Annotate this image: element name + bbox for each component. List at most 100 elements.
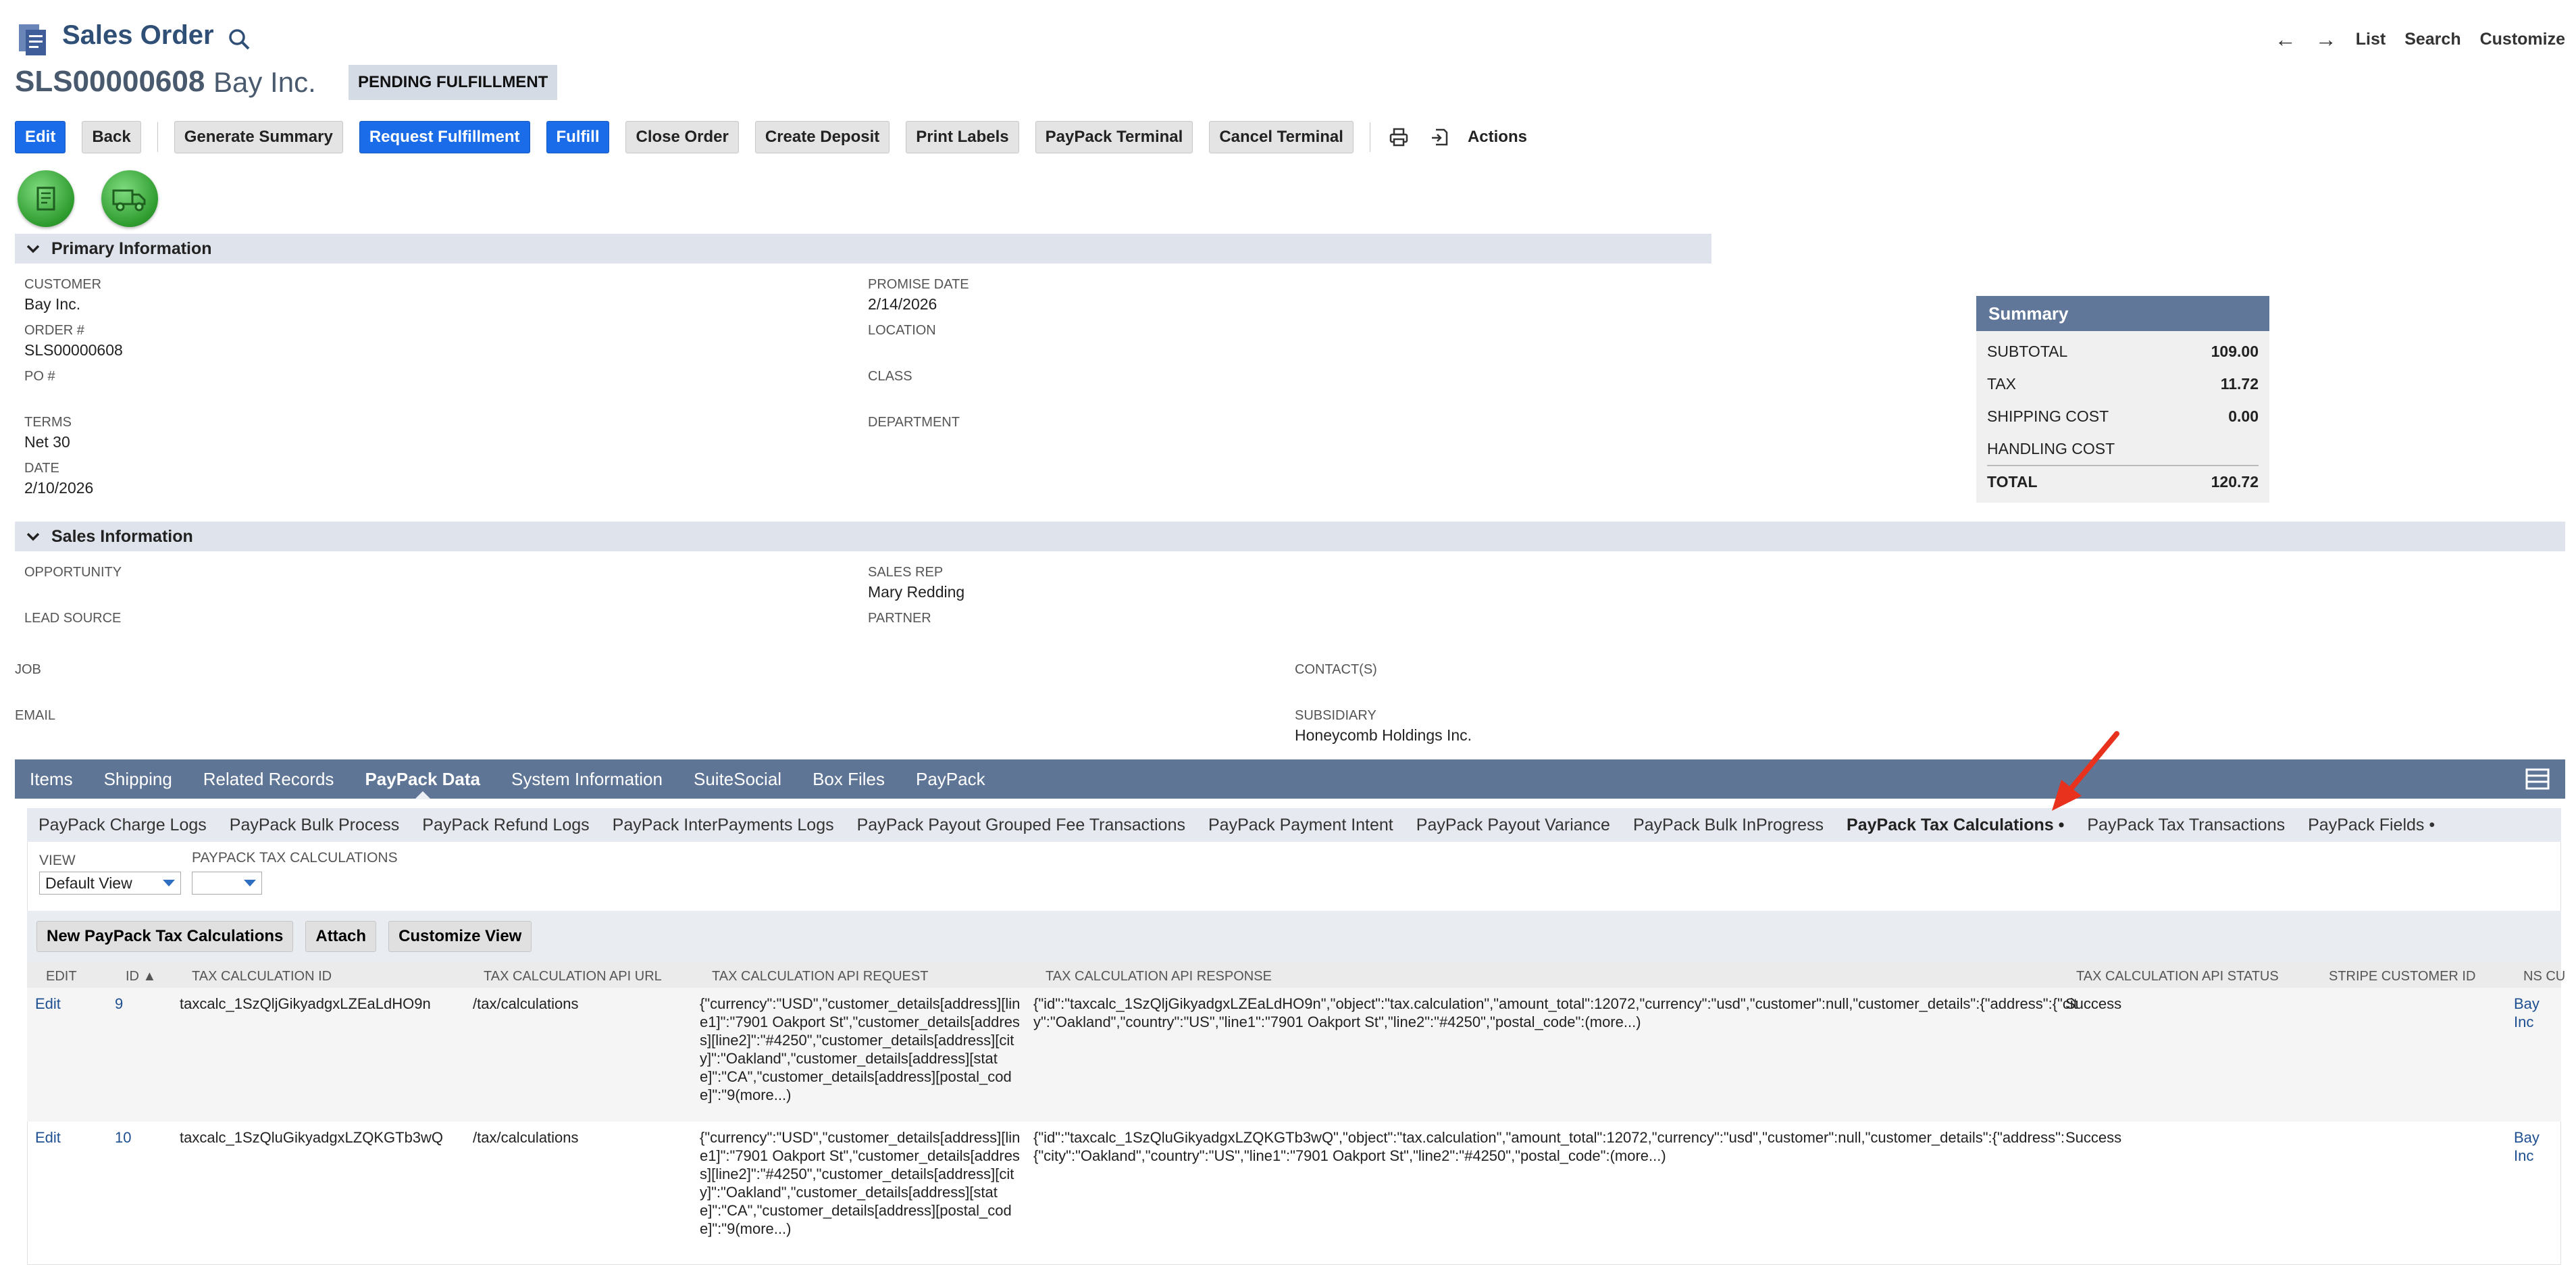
request-fulfillment-button[interactable]: Request Fulfillment [359, 121, 530, 153]
location-field: LOCATION [868, 323, 936, 339]
search-icon[interactable] [227, 27, 251, 51]
close-order-button[interactable]: Close Order [625, 121, 739, 153]
column-header-id[interactable]: ID ▲ [126, 969, 156, 984]
column-header-api-url[interactable]: TAX CALCULATION API URL [484, 969, 662, 984]
department-field: DEPARTMENT [868, 415, 960, 430]
edit-button[interactable]: Edit [15, 121, 66, 153]
row-api-status: Success [2065, 995, 2122, 1012]
row-calc-id: taxcalc_1SzQluGikyadgxLZQKGTb3wQ [180, 1129, 444, 1146]
previous-record-arrow[interactable]: ← [2275, 27, 2296, 52]
field-value: SLS00000608 [24, 341, 123, 359]
subtab-payment-intent[interactable]: PayPack Payment Intent [1197, 808, 1405, 842]
field-label: DATE [24, 461, 59, 476]
row-id-link[interactable]: 9 [115, 995, 123, 1013]
subtab-refund-logs[interactable]: PayPack Refund Logs [411, 808, 600, 842]
tab-paypack[interactable]: PayPack [916, 759, 985, 799]
sales-information-header[interactable]: Sales Information [15, 522, 2565, 551]
column-header-api-response[interactable]: TAX CALCULATION API RESPONSE [1046, 969, 1272, 984]
field-value: Honeycomb Holdings Inc. [1295, 726, 1472, 744]
column-header-ns-customer[interactable]: NS CU [2523, 969, 2565, 984]
tab-items[interactable]: Items [30, 759, 73, 799]
view-filter: VIEW Default View [39, 853, 181, 895]
customer-link[interactable]: Bay Inc. [24, 295, 101, 314]
field-label: JOB [15, 662, 41, 677]
tab-suitesocial[interactable]: SuiteSocial [694, 759, 781, 799]
fulfill-button[interactable]: Fulfill [546, 121, 610, 153]
column-header-edit[interactable]: EDIT [46, 969, 77, 984]
subtab-paypack-fields[interactable]: PayPack Fields • [2296, 808, 2446, 842]
invoice-icon[interactable] [18, 170, 74, 227]
row-api-url: /tax/calculations [473, 995, 579, 1012]
subtab-payout-variance[interactable]: PayPack Payout Variance [1405, 808, 1622, 842]
partner-field: PARTNER [868, 611, 931, 626]
column-header-stripe-customer[interactable]: STRIPE CUSTOMER ID [2329, 969, 2475, 984]
next-record-arrow[interactable]: → [2315, 27, 2337, 52]
paypack-terminal-button[interactable]: PayPack Terminal [1035, 121, 1193, 153]
button-bar: Edit Back Generate Summary Request Fulfi… [15, 120, 1527, 154]
primary-information-header[interactable]: Primary Information [15, 234, 1711, 264]
red-annotation-arrow [2052, 731, 2119, 811]
record-navigation: ← → List Search Customize [2275, 27, 2565, 52]
summary-row-tax: TAX 11.72 [1987, 368, 2259, 400]
create-deposit-button[interactable]: Create Deposit [754, 121, 890, 153]
row-edit-link[interactable]: Edit [35, 995, 61, 1013]
table-row: Edit 9 taxcalc_1SzQljGikyadgxLZEaLdHO9n … [27, 988, 2561, 1122]
column-header-calc-id[interactable]: TAX CALCULATION ID [192, 969, 332, 984]
row-ns-customer-link[interactable]: Bay Inc [2514, 1128, 2561, 1165]
po-number-field: PO # [24, 369, 55, 384]
subsidiary-field: SUBSIDIARY Honeycomb Holdings Inc. [1295, 708, 1472, 745]
export-icon[interactable] [1427, 125, 1451, 149]
search-link[interactable]: Search [2404, 30, 2461, 49]
paypack-tax-calc-filter: PAYPACK TAX CALCULATIONS [192, 850, 398, 895]
summary-label: SUBTOTAL [1987, 342, 2068, 360]
tab-related-records[interactable]: Related Records [203, 759, 334, 799]
column-header-api-status[interactable]: TAX CALCULATION API STATUS [2076, 969, 2279, 984]
record-company: Bay Inc. [213, 66, 316, 98]
summary-value: 11.72 [2220, 374, 2259, 393]
print-labels-button[interactable]: Print Labels [906, 121, 1019, 153]
record-number: SLS00000608 [15, 65, 205, 98]
actions-menu[interactable]: Actions [1468, 128, 1527, 147]
generate-summary-button[interactable]: Generate Summary [174, 121, 343, 153]
row-ns-customer-link[interactable]: Bay Inc [2514, 995, 2561, 1031]
chevron-down-icon [26, 245, 40, 253]
truck-icon[interactable] [101, 170, 158, 227]
subtab-payout-grouped-fee[interactable]: PayPack Payout Grouped Fee Transactions [846, 808, 1197, 842]
date-field: DATE 2/10/2026 [24, 461, 93, 497]
tab-box-files[interactable]: Box Files [813, 759, 885, 799]
cancel-terminal-button[interactable]: Cancel Terminal [1209, 121, 1354, 153]
attach-button[interactable]: Attach [305, 921, 377, 952]
summary-title: Summary [1976, 296, 2269, 331]
new-tax-calculation-button[interactable]: New PayPack Tax Calculations [36, 921, 294, 952]
document-icon [19, 24, 46, 55]
row-id-link[interactable]: 10 [115, 1128, 131, 1147]
select-value: Default View [45, 874, 132, 892]
subtab-interpayments-logs[interactable]: PayPack InterPayments Logs [601, 808, 846, 842]
print-icon[interactable] [1387, 125, 1411, 149]
summary-label: HANDLING COST [1987, 439, 2115, 457]
tab-shipping[interactable]: Shipping [104, 759, 172, 799]
tab-paypack-data[interactable]: PayPack Data [365, 759, 480, 799]
field-label: PROMISE DATE [868, 277, 969, 292]
back-button[interactable]: Back [82, 121, 141, 153]
grid-icon[interactable] [2525, 766, 2550, 792]
subtab-bulk-inprogress[interactable]: PayPack Bulk InProgress [1622, 808, 1835, 842]
subtab-charge-logs[interactable]: PayPack Charge Logs [27, 808, 218, 842]
column-header-api-request[interactable]: TAX CALCULATION API REQUEST [712, 969, 928, 984]
row-api-request: {"currency":"USD","customer_details[addr… [700, 1129, 1021, 1237]
list-link[interactable]: List [2356, 30, 2386, 49]
subtab-bulk-process[interactable]: PayPack Bulk Process [218, 808, 411, 842]
summary-label: TOTAL [1987, 472, 2038, 491]
row-edit-link[interactable]: Edit [35, 1128, 61, 1147]
filter-select[interactable] [192, 872, 262, 895]
class-field: CLASS [868, 369, 912, 384]
summary-panel: Summary SUBTOTAL 109.00 TAX 11.72 SHIPPI… [1976, 296, 2269, 503]
customize-link[interactable]: Customize [2480, 30, 2565, 49]
tab-system-information[interactable]: System Information [511, 759, 663, 799]
customize-view-button[interactable]: Customize View [388, 921, 532, 952]
field-label: SUBSIDIARY [1295, 708, 1376, 723]
view-select[interactable]: Default View [39, 872, 181, 895]
contacts-field: CONTACT(S) [1295, 662, 1377, 678]
filter-label: PAYPACK TAX CALCULATIONS [192, 850, 398, 866]
job-field: JOB [15, 662, 41, 678]
